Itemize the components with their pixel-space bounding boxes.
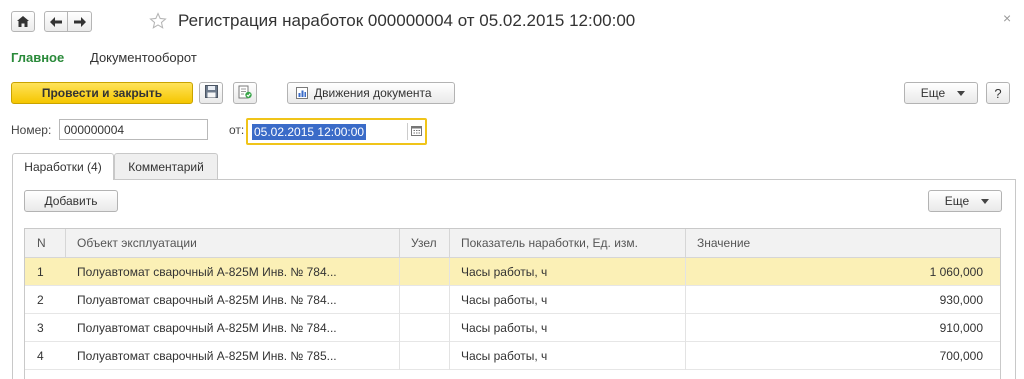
calendar-button[interactable] — [407, 123, 424, 140]
cell-divider — [399, 342, 400, 370]
row-number: 4 — [37, 349, 44, 363]
row-number: 3 — [37, 321, 44, 335]
column-header-n[interactable]: N — [25, 229, 65, 258]
tab-comment[interactable]: Комментарий — [114, 153, 218, 179]
row-indicator: Часы работы, ч — [461, 321, 548, 335]
row-indicator: Часы работы, ч — [461, 293, 548, 307]
table-more-label: Еще — [944, 194, 970, 208]
post-document-icon — [238, 85, 252, 102]
row-node — [411, 286, 445, 314]
cell-divider — [449, 286, 450, 314]
chevron-down-icon — [957, 90, 966, 96]
table-row[interactable]: 1 Полуавтомат сварочный А-825М Инв. № 78… — [25, 258, 1000, 286]
floppy-disk-icon — [204, 85, 218, 101]
menu-item-main[interactable]: Главное — [11, 50, 64, 65]
column-header-object[interactable]: Объект эксплуатации — [65, 229, 399, 258]
post-document-button[interactable] — [233, 82, 257, 104]
table-row[interactable]: 4 Полуавтомат сварочный А-825М Инв. № 78… — [25, 342, 1000, 370]
back-button[interactable] — [44, 11, 68, 32]
cell-divider — [399, 258, 400, 286]
add-row-button[interactable]: Добавить — [24, 190, 118, 212]
date-value: 05.02.2015 12:00:00 — [252, 124, 367, 140]
row-value: 1 060,000 — [929, 265, 983, 279]
row-object: Полуавтомат сварочный А-825М Инв. № 784.… — [77, 321, 337, 335]
table-row[interactable]: 2 Полуавтомат сварочный А-825М Инв. № 78… — [25, 286, 1000, 314]
star-outline-icon — [149, 12, 167, 33]
row-node — [411, 342, 445, 370]
arrow-left-icon — [50, 16, 62, 27]
register-movements-icon — [296, 87, 308, 99]
column-header-node[interactable]: Узел — [399, 229, 449, 258]
date-field[interactable]: 05.02.2015 12:00:00 — [246, 118, 427, 145]
row-node — [411, 258, 445, 286]
chevron-down-icon — [981, 198, 990, 204]
table-header: N Объект эксплуатации Узел Показатель на… — [25, 229, 1000, 258]
date-label: от: — [229, 123, 245, 137]
row-number: 2 — [37, 293, 44, 307]
home-icon — [17, 16, 29, 27]
row-indicator: Часы работы, ч — [461, 349, 548, 363]
close-icon[interactable]: × — [1003, 10, 1011, 26]
row-object: Полуавтомат сварочный А-825М Инв. № 784.… — [77, 265, 337, 279]
operating-time-table[interactable]: N Объект эксплуатации Узел Показатель на… — [24, 228, 1001, 379]
column-header-value[interactable]: Значение — [685, 229, 995, 258]
cell-divider — [399, 286, 400, 314]
home-button[interactable] — [11, 11, 35, 32]
column-header-indicator[interactable]: Показатель наработки, Ед. изм. — [449, 229, 685, 258]
row-object: Полуавтомат сварочный А-825М Инв. № 784.… — [77, 293, 337, 307]
calendar-icon — [410, 125, 422, 139]
favorite-star-button[interactable] — [149, 12, 167, 33]
save-button[interactable] — [199, 82, 223, 104]
row-node — [411, 314, 445, 342]
page-title: Регистрация наработок 000000004 от 05.02… — [178, 11, 636, 30]
document-movements-label: Движения документа — [314, 86, 432, 100]
more-actions-dropdown[interactable]: Еще — [904, 82, 978, 104]
number-label: Номер: — [11, 123, 52, 137]
number-field[interactable]: 000000004 — [59, 119, 208, 140]
help-button[interactable]: ? — [986, 82, 1010, 104]
row-value: 930,000 — [939, 293, 983, 307]
row-number: 1 — [37, 265, 44, 279]
cell-divider — [685, 258, 686, 286]
cell-divider — [449, 342, 450, 370]
post-and-close-button[interactable]: Провести и закрыть — [11, 82, 193, 104]
cell-divider — [685, 286, 686, 314]
document-movements-button[interactable]: Движения документа — [287, 82, 455, 104]
row-indicator: Часы работы, ч — [461, 265, 548, 279]
tab-operating-time[interactable]: Наработки (4) — [12, 153, 114, 180]
table-more-dropdown[interactable]: Еще — [928, 190, 1002, 212]
cell-divider — [685, 314, 686, 342]
row-object: Полуавтомат сварочный А-825М Инв. № 785.… — [77, 349, 337, 363]
cell-divider — [685, 342, 686, 370]
cell-divider — [449, 258, 450, 286]
cell-divider — [399, 314, 400, 342]
menu-item-document-flow[interactable]: Документооборот — [90, 50, 197, 65]
cell-divider — [449, 314, 450, 342]
forward-button[interactable] — [67, 11, 92, 32]
table-row[interactable]: 3 Полуавтомат сварочный А-825М Инв. № 78… — [25, 314, 1000, 342]
row-value: 910,000 — [939, 321, 983, 335]
row-value: 700,000 — [939, 349, 983, 363]
more-actions-label: Еще — [920, 86, 946, 100]
arrow-right-icon — [73, 16, 86, 27]
